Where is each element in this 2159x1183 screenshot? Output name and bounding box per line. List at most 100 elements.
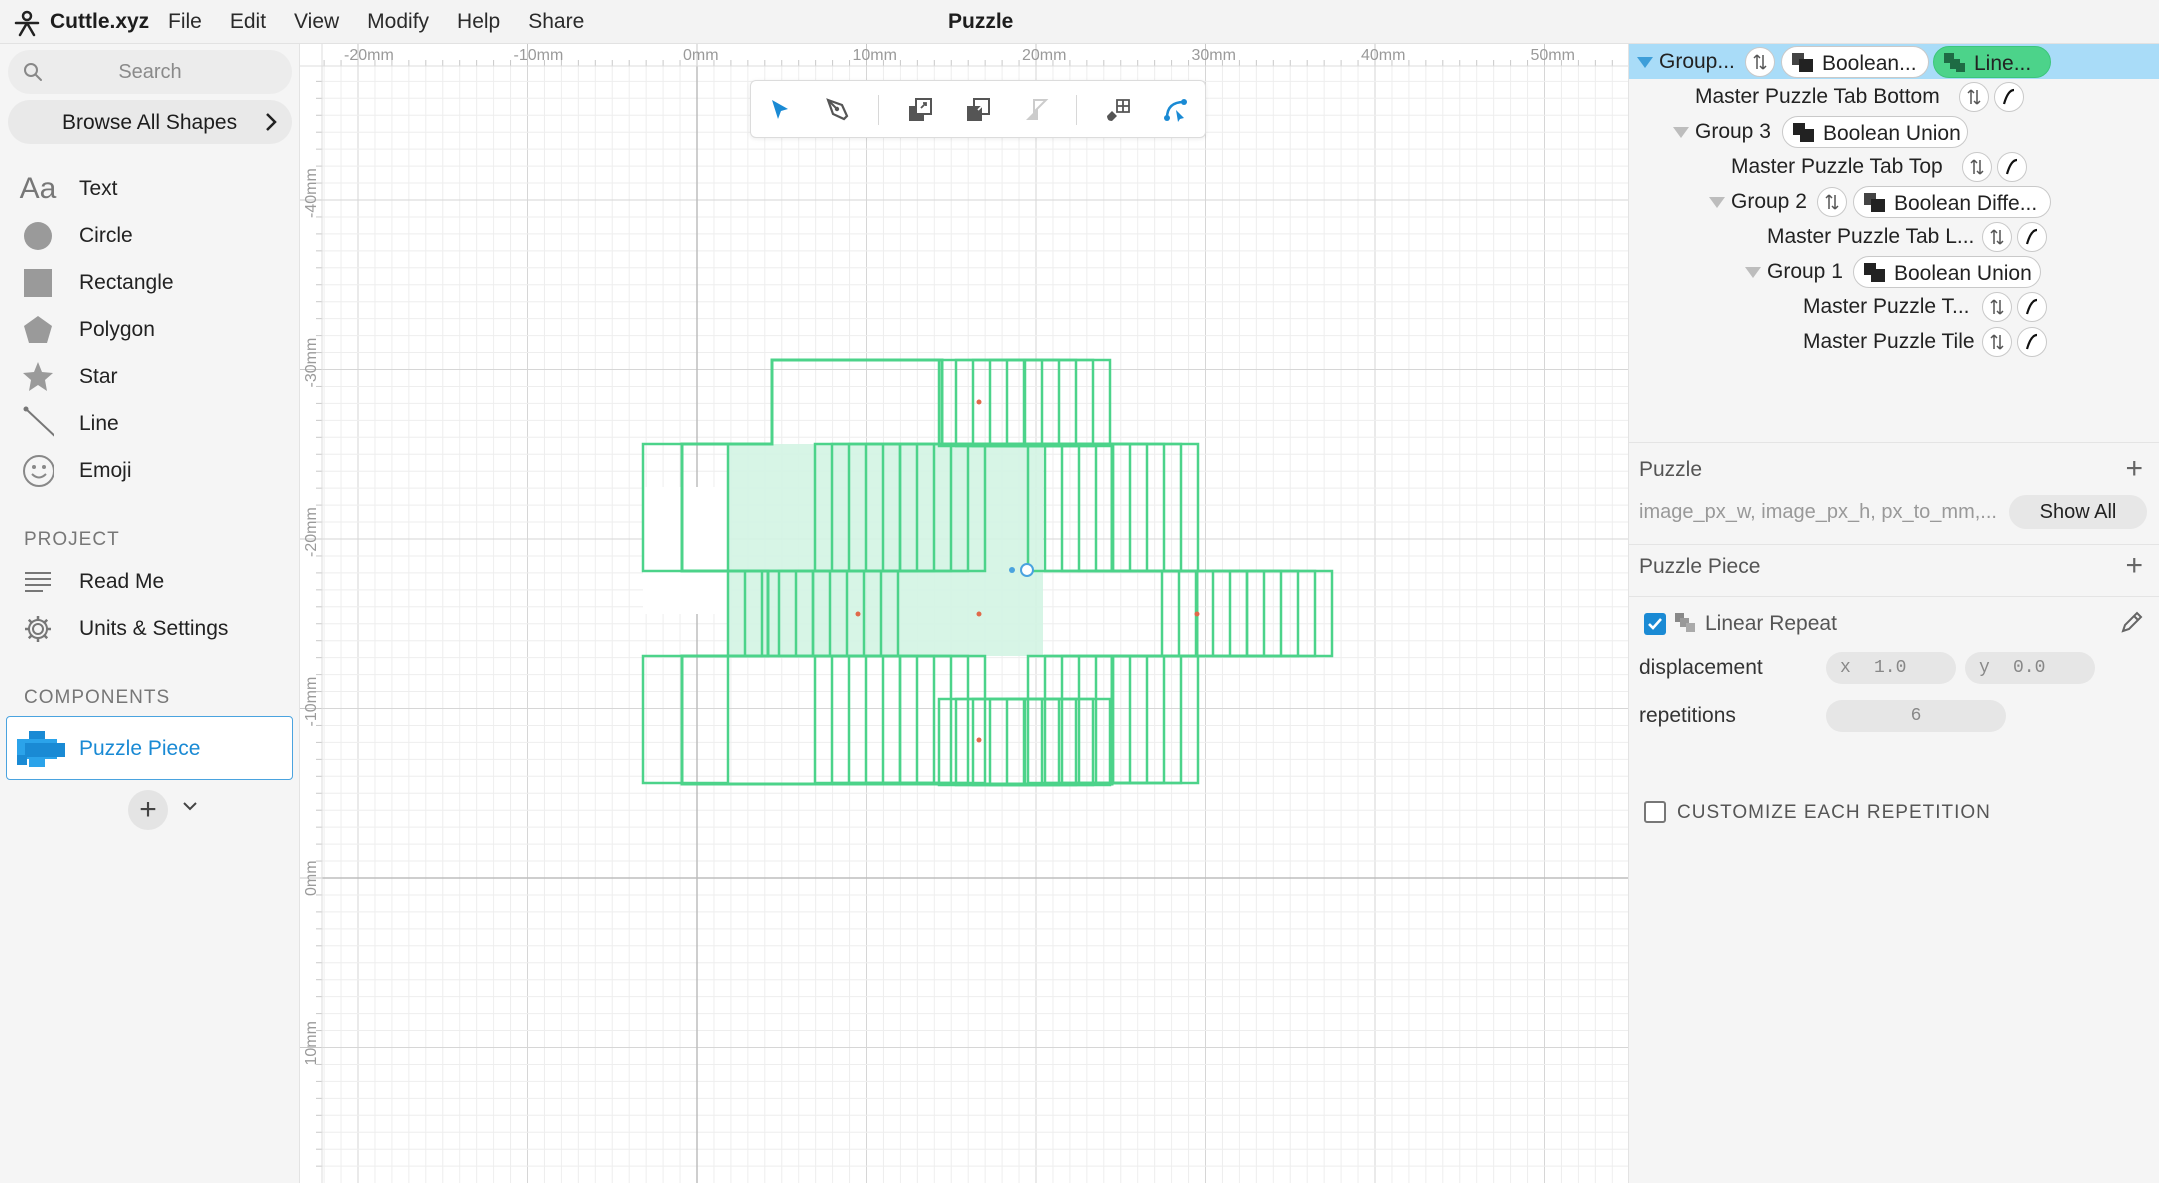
menu-file[interactable]: File (168, 10, 202, 34)
text-icon: Aa (19, 172, 57, 205)
menu-share[interactable]: Share (528, 10, 584, 34)
project-item-label: Units & Settings (79, 617, 229, 640)
pencil-edit-icon[interactable] (2119, 609, 2145, 635)
repeat-outline (1228, 569, 1317, 658)
displacement-label: displacement (1639, 656, 1763, 679)
add-piece-modifier-button[interactable]: + (2125, 551, 2143, 581)
shape-line[interactable]: Line (18, 404, 288, 444)
transform-icon[interactable] (1959, 82, 1989, 112)
design-canvas[interactable]: -20mm -10mm 0mm 10mm 20mm 30mm 40mm 50mm -40mm -3… (300, 44, 1628, 1183)
shape-text[interactable]: Aa Text (18, 169, 288, 209)
repetitions-field[interactable]: 6 (1826, 700, 2006, 732)
collapse-triangle-icon[interactable] (1745, 267, 1761, 278)
tree-row-tab-right[interactable]: Master Puzzle T... (1629, 289, 2159, 324)
transform-icon[interactable] (1817, 187, 1847, 217)
path-edit-icon[interactable] (2017, 292, 2047, 322)
transform-icon[interactable] (1982, 327, 2012, 357)
shape-label: Text (79, 177, 118, 200)
anchor-point[interactable] (976, 399, 982, 405)
boolean-modifier-pill[interactable]: Boolean... (1781, 46, 1929, 78)
puzzle-piece-icon (17, 731, 65, 767)
anchor-edit-icon[interactable] (1159, 93, 1193, 127)
path-edit-icon[interactable] (1997, 152, 2027, 182)
displacement-x-field[interactable]: x 1.0 (1826, 652, 1956, 684)
project-units-settings[interactable]: Units & Settings (18, 609, 288, 649)
ruler-x-label: -20mm (344, 47, 394, 64)
flip-icon[interactable] (1019, 93, 1053, 127)
gear-icon (22, 613, 54, 645)
browse-label: Browse All Shapes (62, 111, 238, 134)
menu-edit[interactable]: Edit (230, 10, 266, 34)
add-puzzle-param-button[interactable]: + (2125, 454, 2143, 484)
polygon-icon (22, 314, 54, 346)
transform-icon[interactable] (1982, 222, 2012, 252)
boolean-union-modifier-pill[interactable]: Boolean Union (1782, 116, 1968, 148)
document-title[interactable]: Puzzle (948, 10, 1013, 34)
send-backward-icon[interactable] (961, 93, 995, 127)
tree-row-group-root[interactable]: Group... Boolean... Line... (1629, 44, 2159, 79)
chevron-down-icon[interactable] (182, 800, 198, 812)
path-edit-icon[interactable] (2017, 222, 2047, 252)
menu-modify[interactable]: Modify (367, 10, 429, 34)
field-value: 0.0 (2013, 658, 2046, 678)
puzzle-body[interactable] (728, 444, 1043, 656)
select-arrow-icon[interactable] (763, 93, 797, 127)
circle-icon (22, 220, 54, 252)
collapse-triangle-icon[interactable] (1709, 197, 1725, 208)
shape-polygon[interactable]: Polygon (18, 310, 288, 350)
project-read-me[interactable]: Read Me (18, 562, 288, 602)
shape-emoji[interactable]: Emoji (18, 451, 288, 491)
transform-icon[interactable] (1962, 152, 1992, 182)
collapse-triangle-icon[interactable] (1637, 57, 1653, 68)
tree-row-label: Master Puzzle Tab Top (1731, 155, 1943, 178)
tree-row-group-2[interactable]: Group 2 Boolean Diffe... (1629, 184, 2159, 219)
search-input[interactable]: Search (8, 50, 292, 94)
anchor-point[interactable] (976, 611, 982, 617)
displacement-y-field[interactable]: y 0.0 (1965, 652, 2095, 684)
axis-label: x (1840, 658, 1851, 678)
modifier-label: Boolean Diffe... (1894, 192, 2038, 215)
transform-origin-handle[interactable] (1020, 563, 1034, 577)
document-icon (22, 566, 54, 598)
component-puzzle-piece[interactable]: Puzzle Piece (6, 716, 293, 780)
transform-icon[interactable] (1982, 292, 2012, 322)
menu-view[interactable]: View (294, 10, 339, 34)
tree-row-tab-left[interactable]: Master Puzzle Tab L... (1629, 219, 2159, 254)
show-all-button[interactable]: Show All (2009, 495, 2147, 529)
menu-help[interactable]: Help (457, 10, 500, 34)
anchor-point[interactable] (855, 611, 861, 617)
tree-row-tile[interactable]: Master Puzzle Tile (1629, 324, 2159, 359)
browse-all-shapes-button[interactable]: Browse All Shapes (8, 100, 292, 144)
anchor-point[interactable] (976, 737, 982, 743)
tree-row-group-1[interactable]: Group 1 Boolean Union (1629, 254, 2159, 289)
transform-icon[interactable] (1745, 47, 1775, 77)
anchor-point[interactable] (1194, 611, 1200, 617)
path-edit-icon[interactable] (2017, 327, 2047, 357)
repeat-outline (1043, 442, 1132, 573)
linear-repeat-modifier-pill[interactable]: Line... (1933, 46, 2051, 78)
boolean-difference-modifier-pill[interactable]: Boolean Diffe... (1853, 186, 2051, 218)
transform-origin-point[interactable] (1009, 567, 1015, 573)
tree-row-tab-top[interactable]: Master Puzzle Tab Top (1629, 149, 2159, 184)
path-edit-icon[interactable] (1994, 82, 2024, 112)
customize-each-repetition-checkbox[interactable] (1644, 801, 1666, 823)
shape-rectangle[interactable]: Rectangle (18, 263, 288, 303)
puzzle-piece-title: Puzzle Piece (1639, 555, 1761, 578)
snap-icon[interactable] (1101, 93, 1135, 127)
cuttle-logo-icon[interactable] (12, 8, 42, 38)
tree-row-group-3[interactable]: Group 3 Boolean Union (1629, 114, 2159, 149)
collapse-triangle-icon[interactable] (1673, 127, 1689, 138)
boolean-union-modifier-pill[interactable]: Boolean Union (1853, 256, 2041, 288)
components-section-title: COMPONENTS (24, 687, 171, 708)
add-component-button[interactable]: + (128, 790, 168, 830)
tree-row-tab-bottom[interactable]: Master Puzzle Tab Bottom (1629, 79, 2159, 114)
brand-name[interactable]: Cuttle.xyz (50, 10, 149, 34)
bring-forward-icon[interactable] (903, 93, 937, 127)
shape-star[interactable]: Star (18, 357, 288, 397)
shape-circle[interactable]: Circle (18, 216, 288, 256)
linear-repeat-enabled-checkbox[interactable] (1644, 613, 1666, 635)
pen-icon[interactable] (821, 93, 855, 127)
ruler-y-label: -40mm (303, 168, 320, 218)
boolean-icon (1864, 193, 1885, 212)
repetitions-label: repetitions (1639, 704, 1736, 727)
